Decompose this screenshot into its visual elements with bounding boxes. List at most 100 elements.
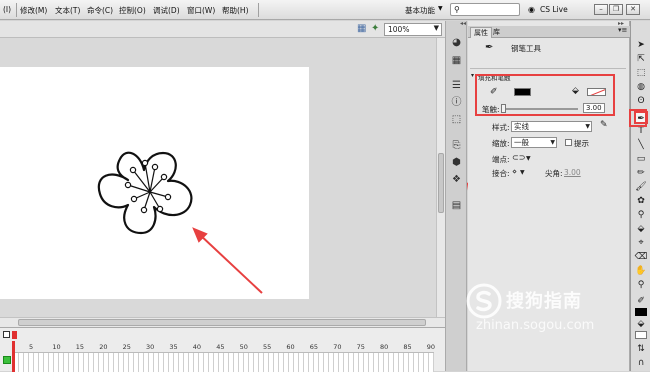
pencil-tool-icon[interactable]: ✏ <box>634 167 648 180</box>
timeline-frame-number: 20 <box>99 343 108 351</box>
zoom-tool-icon[interactable]: ⚲ <box>634 279 648 292</box>
info-icon[interactable]: ⓘ <box>450 96 463 109</box>
stroke-color-tool-icon[interactable]: ✐ <box>634 295 648 308</box>
timeline-panel: 5 10 15 20 25 30 35 40 45 50 55 60 65 70 75 80 85 90 <box>0 327 445 372</box>
layer-color-icon <box>3 356 11 364</box>
stroke-width-input[interactable]: 3.00 <box>583 103 605 113</box>
style-label: 样式: <box>492 123 510 132</box>
timeline-frame-number: 65 <box>309 343 319 351</box>
timeline-frame-number: 90 <box>426 343 436 351</box>
output-icon[interactable]: ▤ <box>450 199 463 212</box>
scale-label: 缩放: <box>492 139 510 148</box>
timeline-frame-number: 30 <box>146 343 155 351</box>
timeline-frame-number: 10 <box>52 343 61 351</box>
snap-to-objects-icon[interactable]: ∩ <box>634 357 648 370</box>
tab-library[interactable]: 库 <box>490 27 503 37</box>
horizontal-scroll-thumb[interactable] <box>18 319 426 326</box>
selection-tool-icon[interactable]: ➤ <box>634 39 648 52</box>
tools-panel: ➤ ⇱ ⬚ ◍ ʘ ✒ T ╲ ▭ ✏ 🖌 ✿ ⚲ ⬙ ⌖ ⌫ ✋ ⚲ ✐ ⬙ … <box>630 21 650 371</box>
brush-tool-icon[interactable]: 🖌 <box>634 181 648 194</box>
transform-icon[interactable]: ⬚ <box>450 113 463 126</box>
miter-value[interactable]: 3.00 <box>564 168 581 177</box>
vertical-scrollbar[interactable] <box>436 38 445 317</box>
stroke-color-icon: ✐ <box>490 87 498 97</box>
deco-tool-icon[interactable]: ✿ <box>634 195 648 208</box>
miter-label: 尖角: <box>545 169 563 178</box>
timeline-frame-number: 60 <box>286 343 295 351</box>
eraser-tool-icon[interactable]: ⌫ <box>634 251 648 264</box>
playhead[interactable] <box>12 341 15 372</box>
timeline-frame-number: 45 <box>216 343 225 351</box>
timeline-frame-number: 50 <box>239 343 248 351</box>
panel-tabs: 属性 库 ▾≡ <box>468 26 630 38</box>
align-icon[interactable]: ☰ <box>450 79 463 92</box>
components-icon[interactable]: ⬢ <box>450 156 463 169</box>
timeline-frames[interactable] <box>14 352 434 372</box>
fill-color-tool-icon[interactable]: ⬙ <box>634 318 648 331</box>
fill-color-swatch[interactable] <box>587 88 606 96</box>
panel-menu-icon[interactable]: ▾≡ <box>618 26 627 34</box>
divider <box>470 68 626 69</box>
highlight-box <box>629 109 647 127</box>
fill-color-icon: ⬙ <box>572 86 579 96</box>
scale-value: 一般 <box>514 138 529 147</box>
watermark-brand: 搜狗指南 <box>506 291 582 312</box>
style-value: 实线 <box>514 122 529 131</box>
stroke-color-swatch[interactable] <box>514 88 531 96</box>
swatches-icon[interactable]: ▦ <box>450 54 463 67</box>
lasso-tool-icon[interactable]: ʘ <box>634 95 648 108</box>
vertical-scroll-thumb[interactable] <box>438 153 444 213</box>
motion-presets-icon[interactable]: ❖ <box>450 173 463 186</box>
free-transform-tool-icon[interactable]: ⬚ <box>634 67 648 80</box>
playhead-marker[interactable] <box>12 331 17 339</box>
layer-outline-icon[interactable] <box>3 331 10 338</box>
chevron-down-icon[interactable]: ▼ <box>520 169 525 176</box>
timeline-frame-number: 25 <box>122 343 131 351</box>
timeline-frame-number: 40 <box>192 343 202 351</box>
fill-color-chip[interactable] <box>635 331 647 339</box>
style-select[interactable]: 实线 ▼ <box>511 121 592 132</box>
join-round-icon[interactable]: ⋄ <box>512 167 517 176</box>
expand-panels-icon[interactable]: ◂◂ <box>460 20 466 27</box>
rectangle-tool-icon[interactable]: ▭ <box>634 153 648 166</box>
watermark-url: zhinan.sogou.com <box>476 318 595 333</box>
hand-tool-icon[interactable]: ✋ <box>634 265 648 278</box>
collapsed-panel-strip: ◕ ▦ ☰ ⓘ ⬚ ⎘ ⬢ ❖ ▤ <box>445 21 467 371</box>
bone-tool-icon[interactable]: ⚲ <box>634 209 648 222</box>
timeline-frame-number: 70 <box>333 343 342 351</box>
timeline-frame-number: 35 <box>169 343 178 351</box>
horizontal-scrollbar[interactable] <box>0 317 445 327</box>
line-tool-icon[interactable]: ╲ <box>634 139 648 152</box>
code-snippets-icon[interactable]: ⎘ <box>450 139 463 152</box>
stroke-slider-track[interactable] <box>502 108 578 110</box>
paint-bucket-tool-icon[interactable]: ⬙ <box>634 223 648 236</box>
subselection-tool-icon[interactable]: ⇱ <box>634 53 648 66</box>
scale-select[interactable]: 一般 ▼ <box>511 137 557 148</box>
tool-name: 钢笔工具 <box>511 44 541 53</box>
timeline-frame-number: 75 <box>356 343 365 351</box>
swap-colors-icon[interactable]: ⇅ <box>634 343 648 356</box>
stroke-label: 笔触: <box>482 105 500 114</box>
stroke-color-chip[interactable] <box>635 308 647 316</box>
chevron-down-icon[interactable]: ▼ <box>526 155 531 162</box>
timeline-frame-number: 5 <box>29 343 34 351</box>
timeline-frame-number: 80 <box>380 343 389 351</box>
color-icon[interactable]: ◕ <box>450 36 463 49</box>
hint-checkbox[interactable] <box>565 139 572 146</box>
no-fill-slash <box>588 89 605 95</box>
eyedropper-tool-icon[interactable]: ⌖ <box>634 237 648 250</box>
stroke-slider-thumb[interactable] <box>501 104 506 113</box>
chevron-down-icon: ▼ <box>550 139 555 146</box>
cap-label: 端点: <box>492 155 510 164</box>
tab-properties[interactable]: 属性 <box>470 27 492 38</box>
timeline-frame-number: 85 <box>403 343 412 351</box>
timeline-frame-number: 55 <box>263 343 272 351</box>
hint-label: 提示 <box>574 139 589 148</box>
timeline-frame-number: 15 <box>75 343 85 351</box>
cap-round-icon[interactable]: ⊂⊃ <box>512 153 525 162</box>
join-label: 接合: <box>492 169 510 178</box>
sogou-logo <box>466 283 502 319</box>
3d-rotation-tool-icon[interactable]: ◍ <box>634 81 648 94</box>
section-toggle-icon[interactable]: ▾ <box>471 72 474 79</box>
edit-stroke-style-icon[interactable]: ✎ <box>600 120 608 130</box>
